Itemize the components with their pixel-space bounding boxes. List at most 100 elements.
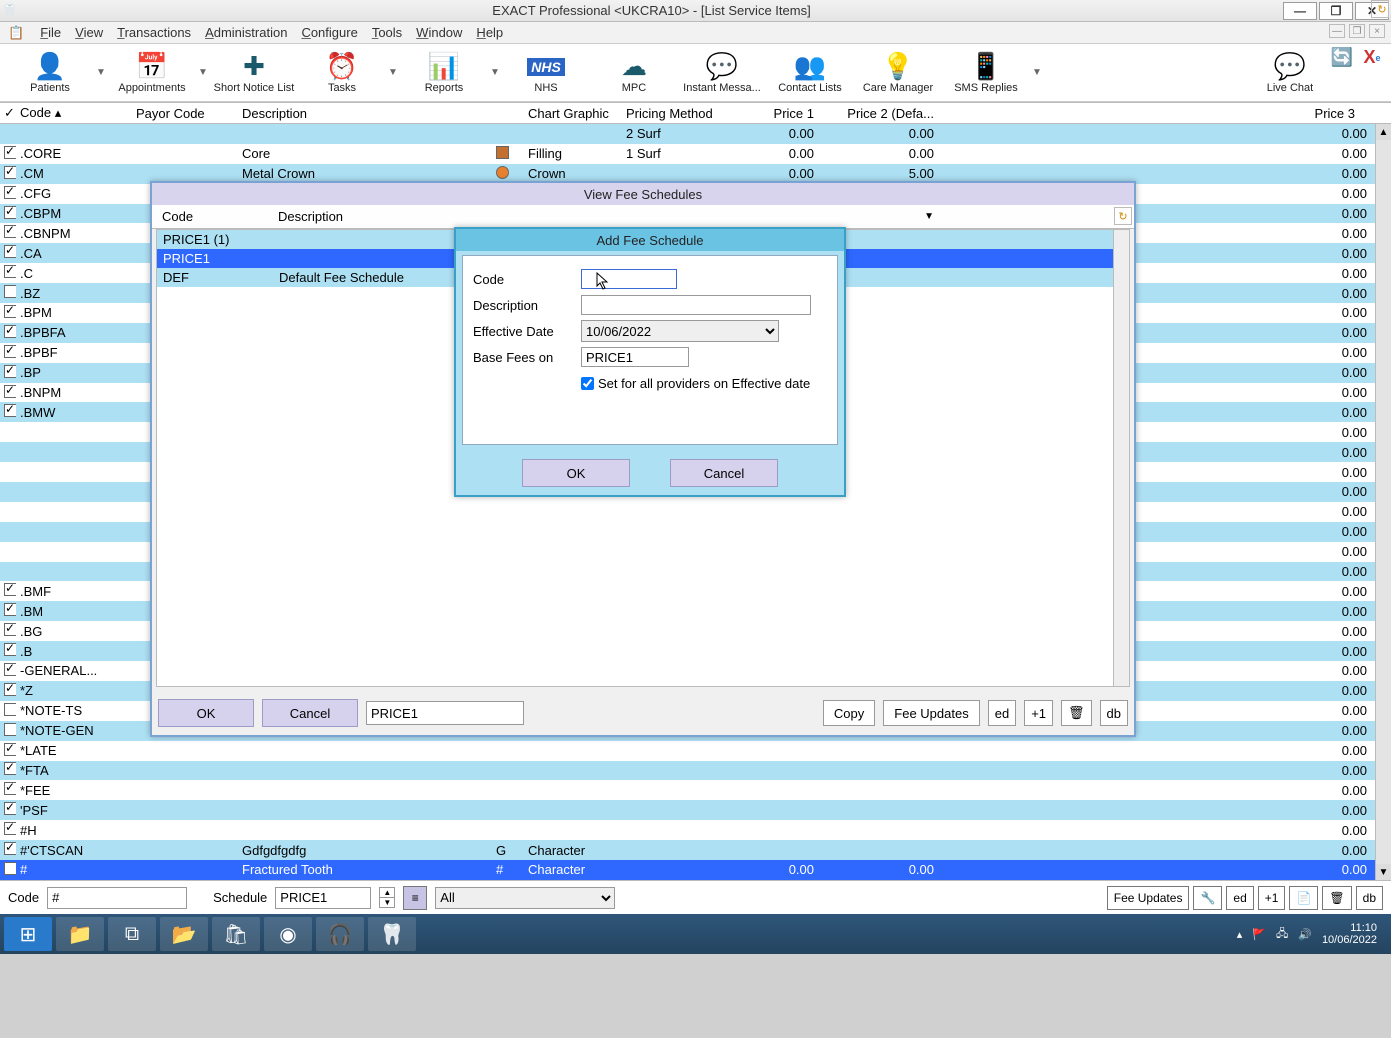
row-checkbox[interactable]	[4, 862, 16, 875]
table-row[interactable]: #Fractured Tooth#Character0.000.000.00	[0, 860, 1391, 880]
tray-time[interactable]: 11:10	[1322, 922, 1377, 934]
toolbar-dropdown-arrow[interactable]: ▼	[196, 45, 210, 101]
toolbar-dropdown-arrow[interactable]: ▼	[94, 45, 108, 101]
table-row[interactable]: *FEE0.00	[0, 780, 1391, 800]
row-checkbox[interactable]	[4, 385, 16, 398]
dlg1-dropdown-arrow[interactable]: ▼	[924, 211, 934, 222]
menu-file[interactable]: File	[40, 25, 61, 40]
row-checkbox[interactable]	[4, 802, 16, 815]
dlg1-cancel-button[interactable]: Cancel	[262, 699, 358, 727]
table-row[interactable]: *FTA0.00	[0, 761, 1391, 781]
row-checkbox[interactable]	[4, 822, 16, 835]
row-checkbox[interactable]	[4, 663, 16, 676]
header-payor[interactable]: Payor Code	[132, 106, 238, 121]
row-checkbox[interactable]	[4, 206, 16, 219]
table-row[interactable]: *LATE0.00	[0, 741, 1391, 761]
mdi-max-icon[interactable]: ❐	[1349, 24, 1365, 38]
exact-task[interactable]: 🦷	[368, 917, 416, 951]
dlg2-code-input[interactable]	[581, 269, 677, 289]
toolbar-sms-replies-button[interactable]: 📱SMS Replies	[942, 45, 1030, 101]
header-price1[interactable]: Price 1	[722, 106, 822, 121]
row-checkbox[interactable]	[4, 225, 16, 238]
toolbar-tasks-button[interactable]: ⏰Tasks	[298, 45, 386, 101]
dlg2-base-fees-input[interactable]	[581, 347, 689, 367]
dlg2-effective-date-select[interactable]: 10/06/2022	[581, 320, 779, 342]
sync-icon[interactable]: 🔄	[1329, 45, 1355, 71]
store-task[interactable]: 🛍	[212, 917, 260, 951]
tray-net-icon[interactable]: 🖧	[1276, 925, 1288, 944]
copy-icon-button[interactable]: 📄	[1289, 886, 1318, 910]
dlg1-fee-updates-button[interactable]: Fee Updates	[883, 700, 979, 726]
row-checkbox[interactable]	[4, 186, 16, 199]
list-icon-button[interactable]: ≡	[403, 886, 427, 910]
schedule-up-button[interactable]: ▲	[380, 888, 394, 898]
row-checkbox[interactable]	[4, 762, 16, 775]
chrome-task[interactable]: ◉	[264, 917, 312, 951]
scroll-up-arrow[interactable]: ▲	[1376, 124, 1391, 140]
close-red-x-icon[interactable]: Xe	[1359, 45, 1385, 71]
toolbar-mpc-button[interactable]: ☁MPC	[590, 45, 678, 101]
file-explorer-task[interactable]: 📁	[56, 917, 104, 951]
table-row[interactable]: #'CTSCANGdfgdfgdfgGCharacter0.00	[0, 840, 1391, 860]
row-checkbox[interactable]	[4, 265, 16, 278]
tool-icon-button[interactable]: 🔧	[1193, 886, 1222, 910]
header-description[interactable]: Description	[238, 106, 492, 121]
grid-refresh-icon[interactable]: ↻	[1371, 0, 1389, 18]
row-checkbox[interactable]	[4, 305, 16, 318]
tray-up-icon[interactable]: ▴	[1237, 928, 1243, 941]
table-row[interactable]: 'PSF0.00	[0, 800, 1391, 820]
folder-task[interactable]: 📂	[160, 917, 208, 951]
headset-task[interactable]: 🎧	[316, 917, 364, 951]
dlg1-code-input[interactable]	[366, 701, 524, 725]
row-checkbox[interactable]	[4, 603, 16, 616]
header-pricing-method[interactable]: Pricing Method	[622, 106, 722, 121]
header-price3[interactable]: Price 3	[942, 106, 1363, 121]
fee-updates-button[interactable]: Fee Updates	[1107, 886, 1190, 910]
mdi-close-icon[interactable]: ×	[1369, 24, 1385, 38]
dlg2-cancel-button[interactable]: Cancel	[670, 459, 778, 487]
row-checkbox[interactable]	[4, 245, 16, 258]
toolbar-appointments-button[interactable]: 📅Appointments	[108, 45, 196, 101]
powershell-task[interactable]: ⧉	[108, 917, 156, 951]
dlg1-copy-button[interactable]: Copy	[823, 700, 875, 726]
toolbar-instant-messa--button[interactable]: 💬Instant Messa...	[678, 45, 766, 101]
toolbar-dropdown-arrow[interactable]: ▼	[1030, 45, 1044, 101]
db-button[interactable]: db	[1356, 886, 1383, 910]
toolbar-dropdown-arrow[interactable]: ▼	[488, 45, 502, 101]
header-chart-graphic[interactable]: Chart Graphic	[524, 106, 622, 121]
row-checkbox[interactable]	[4, 842, 16, 855]
dlg2-set-all-checkbox[interactable]	[581, 377, 594, 390]
menu-transactions[interactable]: Transactions	[117, 25, 191, 40]
menu-administration[interactable]: Administration	[205, 25, 287, 40]
menu-tools[interactable]: Tools	[372, 25, 402, 40]
window-maximize-button[interactable]: ❐	[1319, 2, 1353, 20]
filter-select[interactable]: All	[435, 887, 615, 909]
schedule-down-button[interactable]: ▼	[380, 898, 394, 907]
row-checkbox[interactable]	[4, 623, 16, 636]
header-checkbox[interactable]: ✓	[0, 105, 16, 121]
scroll-down-arrow[interactable]: ▼	[1376, 864, 1391, 880]
row-checkbox[interactable]	[4, 683, 16, 696]
menu-window[interactable]: Window	[416, 25, 462, 40]
code-input[interactable]	[47, 887, 187, 909]
menu-help[interactable]: Help	[476, 25, 503, 40]
dlg1-ed-button[interactable]: ed	[988, 700, 1016, 726]
row-checkbox[interactable]	[4, 365, 16, 378]
dlg1-header-description[interactable]: Description	[278, 209, 343, 224]
dlg1-refresh-icon[interactable]: ↻	[1114, 207, 1132, 225]
menu-view[interactable]: View	[75, 25, 103, 40]
table-row[interactable]: #H0.00	[0, 820, 1391, 840]
table-row[interactable]: 2 Surf0.000.000.00	[0, 124, 1391, 144]
dlg1-db-button[interactable]: db	[1100, 700, 1128, 726]
tray-sound-icon[interactable]: 🔊	[1298, 928, 1312, 941]
start-button[interactable]: ⊞	[4, 917, 52, 951]
dlg2-description-input[interactable]	[581, 295, 811, 315]
dlg1-scrollbar[interactable]	[1113, 230, 1129, 686]
menu-configure[interactable]: Configure	[301, 25, 357, 40]
mdi-window-buttons[interactable]: — ❐ ×	[1329, 24, 1385, 38]
row-checkbox[interactable]	[4, 583, 16, 596]
dlg1-ok-button[interactable]: OK	[158, 699, 254, 727]
toolbar-patients-button[interactable]: 👤Patients	[6, 45, 94, 101]
row-checkbox[interactable]	[4, 146, 16, 159]
row-checkbox[interactable]	[4, 404, 16, 417]
